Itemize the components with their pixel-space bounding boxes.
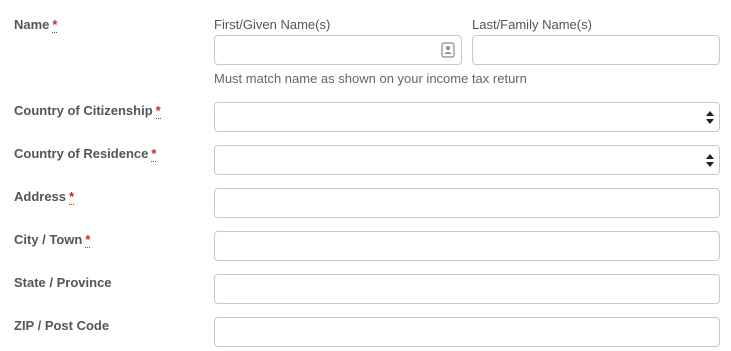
- city-label: City / Town *: [14, 232, 91, 248]
- citizenship-label-text: Country of Citizenship: [14, 103, 153, 118]
- address-label-text: Address: [14, 189, 67, 204]
- address-required-mark: *: [69, 189, 75, 205]
- citizenship-required-mark: *: [155, 103, 161, 119]
- up-down-arrows-icon: [706, 154, 714, 167]
- name-label: Name *: [14, 17, 58, 33]
- state-input[interactable]: [214, 274, 720, 304]
- city-input[interactable]: [214, 231, 720, 261]
- city-label-text: City / Town: [14, 232, 83, 247]
- residence-label-text: Country of Residence: [14, 146, 149, 161]
- citizenship-select[interactable]: [214, 102, 720, 132]
- first-name-input[interactable]: [214, 35, 462, 65]
- citizenship-label: Country of Citizenship *: [14, 103, 161, 119]
- city-required-mark: *: [85, 232, 91, 248]
- last-name-label: Last/Family Name(s): [472, 17, 592, 32]
- state-label: State / Province: [14, 275, 112, 290]
- residence-required-mark: *: [151, 146, 157, 162]
- personal-info-form: Name * First/Given Name(s) Last/Family Na…: [0, 0, 731, 351]
- address-label: Address *: [14, 189, 75, 205]
- zip-label: ZIP / Post Code: [14, 318, 110, 333]
- up-down-arrows-icon: [706, 111, 714, 124]
- zip-input[interactable]: [214, 317, 720, 347]
- residence-select[interactable]: [214, 145, 720, 175]
- name-required-mark: *: [52, 17, 58, 33]
- name-label-text: Name: [14, 17, 50, 32]
- residence-label: Country of Residence *: [14, 146, 157, 162]
- first-name-label: First/Given Name(s): [214, 17, 331, 32]
- address-input[interactable]: [214, 188, 720, 218]
- contact-card-icon[interactable]: [441, 42, 455, 58]
- last-name-input[interactable]: [472, 35, 720, 65]
- name-help-text: Must match name as shown on your income …: [214, 71, 527, 86]
